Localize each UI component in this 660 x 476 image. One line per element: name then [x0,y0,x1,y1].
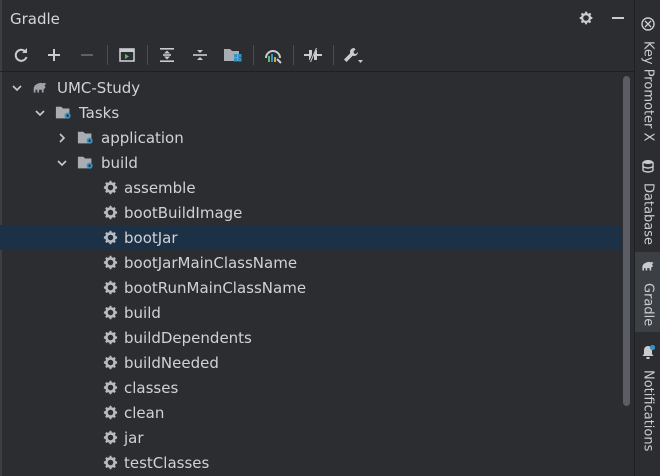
build-settings-icon[interactable] [340,42,366,68]
tree-node-label: build [124,303,161,322]
tree-node-label: testClasses [124,453,210,472]
tree-node-build[interactable]: build [0,150,622,175]
right-tool-strip: Key Promoter X Database Gradle Notification… [634,0,660,476]
gear-icon [101,229,119,247]
add-icon[interactable] [41,42,67,68]
tasks-folder-icon [77,154,95,172]
gear-icon[interactable] [576,8,596,28]
tree-task-clean[interactable]: clean [0,400,622,425]
side-tab-label: Database [640,183,656,246]
tree-task-testClasses[interactable]: testClasses [0,450,622,475]
chevron-down-icon[interactable] [55,156,69,170]
chevron-right-icon[interactable] [55,131,69,145]
panel-title: Gradle [10,10,60,28]
tree-node-application[interactable]: application [0,125,622,150]
tree-node-label: assemble [124,178,196,197]
tree-task-buildNeeded[interactable]: buildNeeded [0,350,622,375]
run-config-icon[interactable] [114,42,140,68]
tree-task-build[interactable]: build [0,300,622,325]
group-modules-icon[interactable] [220,42,246,68]
tasks-folder-icon [55,104,73,122]
gear-icon [101,354,119,372]
tree-task-bootRunMainClassName[interactable]: bootRunMainClassName [0,275,622,300]
tree-node-label: application [101,128,184,147]
toolbar-separator [293,44,294,65]
tree-task-bootJarMainClassName[interactable]: bootJarMainClassName [0,250,622,275]
tree-node-label: clean [124,403,165,422]
tree-node-label: bootJar [124,228,178,247]
side-tab-label: Gradle [640,283,656,327]
gear-icon [101,454,119,472]
side-tab-database[interactable]: Database [635,152,660,246]
collapse-all-icon[interactable] [187,42,213,68]
side-tab-notifications[interactable]: Notifications [635,338,660,456]
gradle-tool-window: Gradle UMC-Study Tasks application build… [0,0,634,476]
side-tab-key-promoter-x[interactable]: Key Promoter X [635,10,660,150]
tree-node-label: buildNeeded [124,353,219,372]
tree-node-tasks[interactable]: Tasks [0,100,622,125]
gear-icon [101,404,119,422]
toolbar-separator [147,44,148,65]
gear-icon [101,179,119,197]
chevron-down-icon[interactable] [10,81,24,95]
tree-node-label: buildDependents [124,328,252,347]
side-tab-gradle[interactable]: Gradle [635,252,660,332]
tree-node-label: classes [124,378,179,397]
title-actions [576,8,628,28]
analyze-dependencies-icon[interactable] [260,42,286,68]
tree-node-label: bootRunMainClassName [124,278,307,297]
refresh-icon[interactable] [8,42,34,68]
tree-node-label: Tasks [79,103,120,122]
toolbar-separator [333,44,334,65]
side-tab-label: Notifications [640,370,656,452]
toolbar [0,38,634,72]
gradle-elephant-icon [640,258,656,277]
scroll-thumb[interactable] [623,76,630,406]
expand-all-icon[interactable] [154,42,180,68]
tree-node-label: build [101,153,138,172]
tree-task-buildDependents[interactable]: buildDependents [0,325,622,350]
tree-node-label: jar [124,428,144,447]
gear-icon [101,254,119,272]
toolbar-separator [253,44,254,65]
gear-icon [101,379,119,397]
key-promoter-icon [641,16,655,35]
side-tab-label: Key Promoter X [640,41,656,142]
chevron-down-icon[interactable] [33,106,47,120]
gradle-project-icon [31,79,49,97]
title-bar: Gradle [0,0,634,38]
tree-task-bootBuildImage[interactable]: bootBuildImage [0,200,622,225]
gear-icon [101,304,119,322]
tree-task-classes[interactable]: classes [0,375,622,400]
toggle-offline-icon[interactable] [300,42,326,68]
tree-task-jar[interactable]: jar [0,425,622,450]
tree-task-bootJar[interactable]: bootJar [0,225,622,250]
tree-node-label: bootBuildImage [124,203,243,222]
gradle-tree: UMC-Study Tasks application build assemble bo… [0,74,634,476]
tree-node-root[interactable]: UMC-Study [0,75,622,100]
bell-icon [640,344,656,364]
minimize-icon[interactable] [608,8,628,28]
toolbar-separator [107,44,108,65]
remove-icon[interactable] [74,42,100,68]
gear-icon [101,279,119,297]
tree-task-assemble[interactable]: assemble [0,175,622,200]
gear-icon [101,329,119,347]
tree-node-label: UMC-Study [57,78,141,97]
vertical-scrollbar[interactable] [622,74,630,476]
gear-icon [101,204,119,222]
tasks-folder-icon [77,129,95,147]
gear-icon [101,429,119,447]
tree-node-label: bootJarMainClassName [124,253,298,272]
database-icon [641,158,655,177]
